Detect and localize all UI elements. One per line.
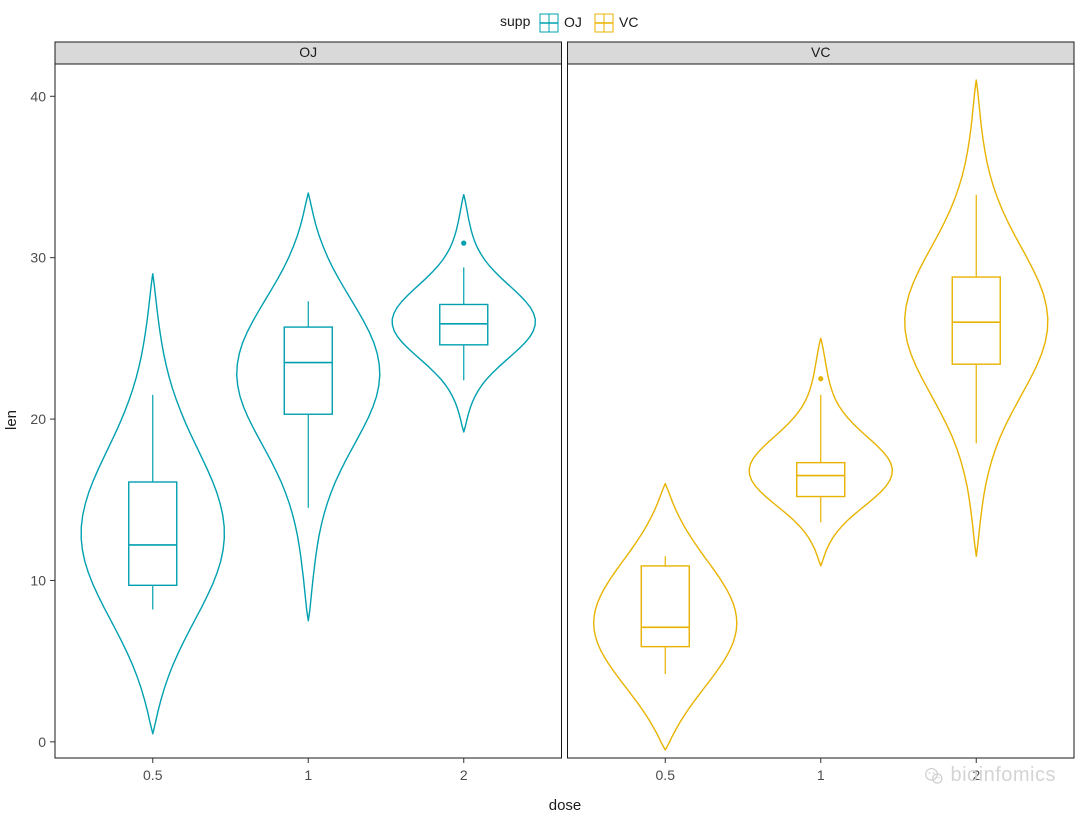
legend-label-oj: OJ (564, 14, 582, 30)
svg-text:20: 20 (30, 411, 46, 427)
svg-text:10: 10 (30, 572, 46, 588)
x-axis-title: dose (549, 797, 582, 814)
y-axis: 0 10 20 30 40 (30, 88, 55, 750)
facet-label: VC (811, 44, 830, 60)
svg-text:40: 40 (30, 88, 46, 104)
legend-title: supp (500, 13, 531, 29)
facet-panels: OJ 0.5 1 2 VC 0.5 1 2 (55, 42, 1074, 783)
x-tick-label: 0.5 (656, 767, 676, 783)
x-tick-label: 0.5 (143, 767, 163, 783)
x-tick-label: 1 (304, 767, 312, 783)
legend-item-oj: OJ (540, 14, 582, 32)
x-tick-label: 1 (817, 767, 825, 783)
facet-OJ: OJ 0.5 1 2 (55, 42, 562, 783)
legend: supp OJ VC (500, 13, 638, 32)
facet-VC: VC 0.5 1 2 (568, 42, 1075, 783)
facet-label: OJ (299, 44, 317, 60)
violin-box-chart: supp OJ VC len 010203040 OJ0.512VC0.512 … (0, 0, 1080, 817)
legend-label-vc: VC (619, 14, 638, 30)
outlier-point (818, 376, 823, 381)
svg-text:0: 0 (38, 734, 46, 750)
legend-item-vc: VC (595, 14, 638, 32)
x-tick-label: 2 (460, 767, 468, 783)
outlier-point (461, 241, 466, 246)
svg-text:30: 30 (30, 250, 46, 266)
y-axis-title: len (3, 410, 20, 430)
x-tick-label: 2 (972, 767, 980, 783)
